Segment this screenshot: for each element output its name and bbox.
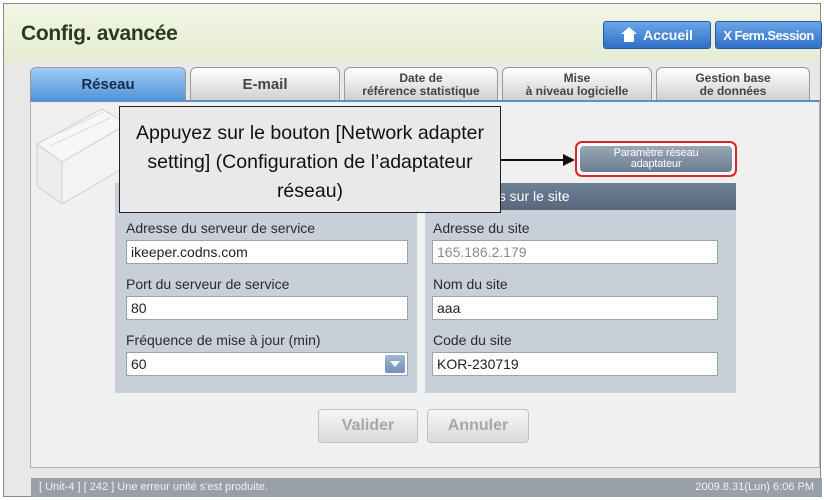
update-frequency-label: Fréquence de mise à jour (min) [126,332,321,348]
site-address-label: Adresse du site [433,220,530,236]
status-datetime: 2009.8.31(Lun) 6:06 PM [695,481,814,493]
logout-button[interactable]: X Ferm.Session [715,21,822,49]
status-bar: [ Unit-4 ] [ 242 ] Une erreur unité s'es… [31,478,822,497]
site-address-field: 165.186.2.179 [432,240,718,264]
server-port-field[interactable]: 80 [126,296,408,320]
site-code-label: Code du site [433,332,512,348]
header-bar: Config. avancée Accueil X Ferm.Session [4,4,822,62]
server-port-label: Port du serveur de service [126,276,290,292]
home-label: Accueil [643,27,693,43]
site-name-label: Nom du site [433,276,508,292]
update-frequency-value: 60 [131,356,147,372]
network-adapter-button[interactable]: Paramètre réseau adaptateur [580,146,732,172]
network-adapter-label-2: adaptateur [630,158,682,170]
tab-email[interactable]: E-mail [190,67,340,101]
site-name-field[interactable]: aaa [432,296,718,320]
home-button[interactable]: Accueil [603,21,711,49]
server-address-field[interactable]: ikeeper.codns.com [126,240,408,264]
home-icon [621,27,638,43]
tab-date-reference[interactable]: Date de référence statistique [344,67,498,101]
update-frequency-select[interactable]: 60 [126,352,408,376]
validate-button[interactable]: Valider [318,409,418,443]
page-title: Config. avancée [21,22,178,45]
tab-gestion-bd[interactable]: Gestion base de données [656,67,810,101]
callout-arrow-line [501,159,567,161]
tab-reseau[interactable]: Réseau [30,67,186,101]
instruction-callout: Appuyez sur le bouton [Network adapter s… [119,106,501,213]
instruction-text: Appuyez sur le bouton [Network adapter s… [136,122,484,202]
site-code-field[interactable]: KOR-230719 [432,352,718,376]
status-message: [ Unit-4 ] [ 242 ] Une erreur unité s'es… [39,481,268,493]
network-adapter-highlight: Paramètre réseau adaptateur [575,141,737,177]
cancel-button[interactable]: Annuler [427,409,529,443]
tab-mise-a-niveau[interactable]: Mise à niveau logicielle [502,67,652,101]
callout-arrow-icon [563,154,575,166]
server-address-label: Adresse du serveur de service [126,220,316,236]
chevron-down-icon[interactable] [385,355,405,373]
